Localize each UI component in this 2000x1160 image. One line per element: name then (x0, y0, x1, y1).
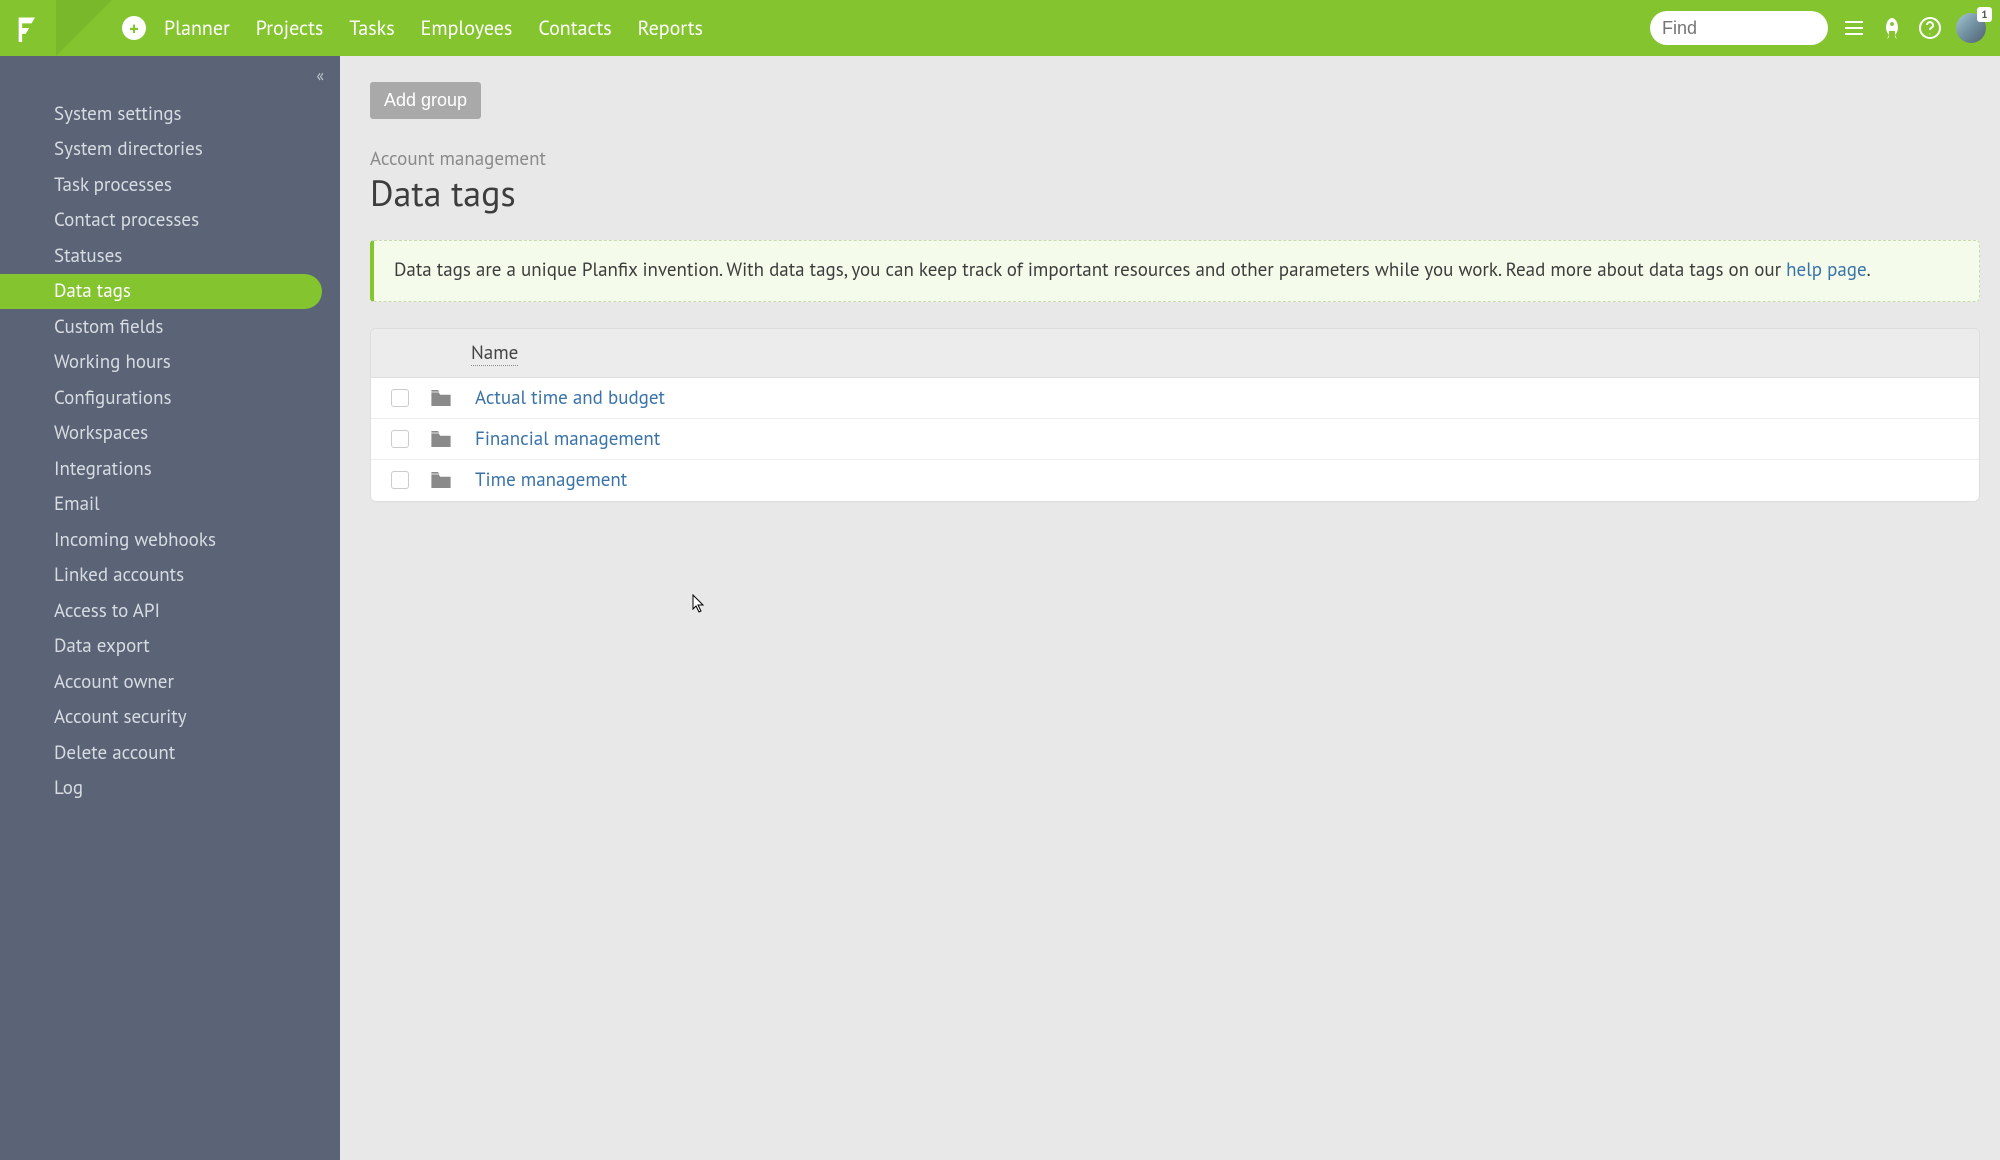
sidebar-item-label: Contact processes (54, 208, 199, 232)
nav-reports[interactable]: Reports (638, 15, 703, 41)
sidebar-item-label: System settings (54, 102, 182, 126)
sidebar-item-label: Statuses (54, 244, 122, 268)
table-row[interactable]: Time management (371, 460, 1979, 501)
sidebar-item-label: Delete account (54, 741, 175, 765)
add-group-button[interactable]: Add group (370, 82, 481, 119)
page-title: Data tags (370, 169, 1980, 216)
sidebar-item-custom-fields[interactable]: Custom fields (0, 309, 340, 345)
main-nav: Planner Projects Tasks Employees Contact… (164, 15, 703, 41)
nav-tasks[interactable]: Tasks (349, 15, 394, 41)
sidebar-item-log[interactable]: Log (0, 771, 340, 807)
column-name-header[interactable]: Name (471, 341, 518, 366)
data-tags-table: Name Actual time and budget Financial man… (370, 328, 1980, 502)
sidebar-item-delete-account[interactable]: Delete account (0, 735, 340, 771)
sidebar-item-label: Email (54, 492, 100, 516)
create-new-button[interactable]: + (122, 16, 146, 40)
sidebar-item-account-owner[interactable]: Account owner (0, 664, 340, 700)
sidebar-item-data-tags[interactable]: Data tags (0, 274, 322, 310)
nav-planner[interactable]: Planner (164, 15, 230, 41)
data-tag-group-link[interactable]: Financial management (475, 427, 660, 451)
sidebar-item-incoming-webhooks[interactable]: Incoming webhooks (0, 522, 340, 558)
menu-icon[interactable] (1842, 16, 1866, 40)
sidebar-item-workspaces[interactable]: Workspaces (0, 416, 340, 452)
sidebar-item-account-security[interactable]: Account security (0, 700, 340, 736)
app-header: + Planner Projects Tasks Employees Conta… (0, 0, 2000, 56)
avatar-wrap: 1 (1956, 13, 1986, 43)
help-page-link[interactable]: help page (1786, 258, 1867, 282)
sidebar-item-label: Data export (54, 634, 150, 658)
data-tag-group-link[interactable]: Actual time and budget (475, 386, 665, 410)
sidebar-item-label: Account security (54, 705, 187, 729)
sidebar-item-label: Integrations (54, 457, 152, 481)
search-box[interactable] (1650, 11, 1828, 45)
sidebar-item-system-directories[interactable]: System directories (0, 132, 340, 168)
breadcrumb: Account management (370, 147, 1980, 171)
sidebar-item-system-settings[interactable]: System settings (0, 96, 340, 132)
sidebar-item-working-hours[interactable]: Working hours (0, 345, 340, 381)
plus-icon: + (129, 17, 139, 40)
header-decor (56, 0, 112, 56)
sidebar-item-data-export[interactable]: Data export (0, 629, 340, 665)
info-banner: Data tags are a unique Planfix invention… (370, 240, 1980, 302)
row-checkbox[interactable] (391, 389, 409, 407)
sidebar-item-label: Task processes (54, 173, 172, 197)
nav-employees[interactable]: Employees (421, 15, 513, 41)
data-tag-group-link[interactable]: Time management (475, 468, 627, 492)
sidebar-item-label: Workspaces (54, 421, 148, 445)
collapse-sidebar-button[interactable]: « (316, 66, 324, 86)
settings-sidebar: « System settings System directories Task … (0, 56, 340, 1160)
avatar-badge: 1 (1977, 7, 1992, 22)
sidebar-item-label: Configurations (54, 386, 171, 410)
sidebar-item-statuses[interactable]: Statuses (0, 238, 340, 274)
sidebar-item-contact-processes[interactable]: Contact processes (0, 203, 340, 239)
folder-icon (431, 390, 451, 406)
sidebar-item-label: Data tags (54, 279, 131, 303)
sidebar-item-label: System directories (54, 137, 203, 161)
sidebar-item-configurations[interactable]: Configurations (0, 380, 340, 416)
main-content: Add group Account management Data tags D… (340, 56, 2000, 1160)
row-checkbox[interactable] (391, 471, 409, 489)
folder-icon (431, 431, 451, 447)
row-checkbox[interactable] (391, 430, 409, 448)
sidebar-item-label: Incoming webhooks (54, 528, 216, 552)
sidebar-item-label: Linked accounts (54, 563, 184, 587)
header-right: 1 (1650, 11, 2000, 45)
nav-projects[interactable]: Projects (256, 15, 324, 41)
chevron-double-left-icon: « (316, 66, 324, 86)
table-row[interactable]: Financial management (371, 419, 1979, 460)
sidebar-item-label: Access to API (54, 599, 160, 623)
sidebar-item-linked-accounts[interactable]: Linked accounts (0, 558, 340, 594)
sidebar-item-label: Working hours (54, 350, 171, 374)
sidebar-item-label: Custom fields (54, 315, 163, 339)
help-icon[interactable] (1918, 16, 1942, 40)
info-text: Data tags are a unique Planfix invention… (394, 258, 1786, 282)
app-logo[interactable] (0, 0, 56, 56)
sidebar-item-label: Log (54, 776, 83, 800)
sidebar-item-label: Account owner (54, 670, 174, 694)
rocket-icon[interactable] (1880, 16, 1904, 40)
sidebar-item-email[interactable]: Email (0, 487, 340, 523)
sidebar-item-task-processes[interactable]: Task processes (0, 167, 340, 203)
table-row[interactable]: Actual time and budget (371, 378, 1979, 419)
nav-contacts[interactable]: Contacts (538, 15, 611, 41)
sidebar-item-integrations[interactable]: Integrations (0, 451, 340, 487)
sidebar-item-access-to-api[interactable]: Access to API (0, 593, 340, 629)
info-text-end: . (1867, 258, 1871, 282)
folder-icon (431, 472, 451, 488)
table-header: Name (371, 329, 1979, 378)
